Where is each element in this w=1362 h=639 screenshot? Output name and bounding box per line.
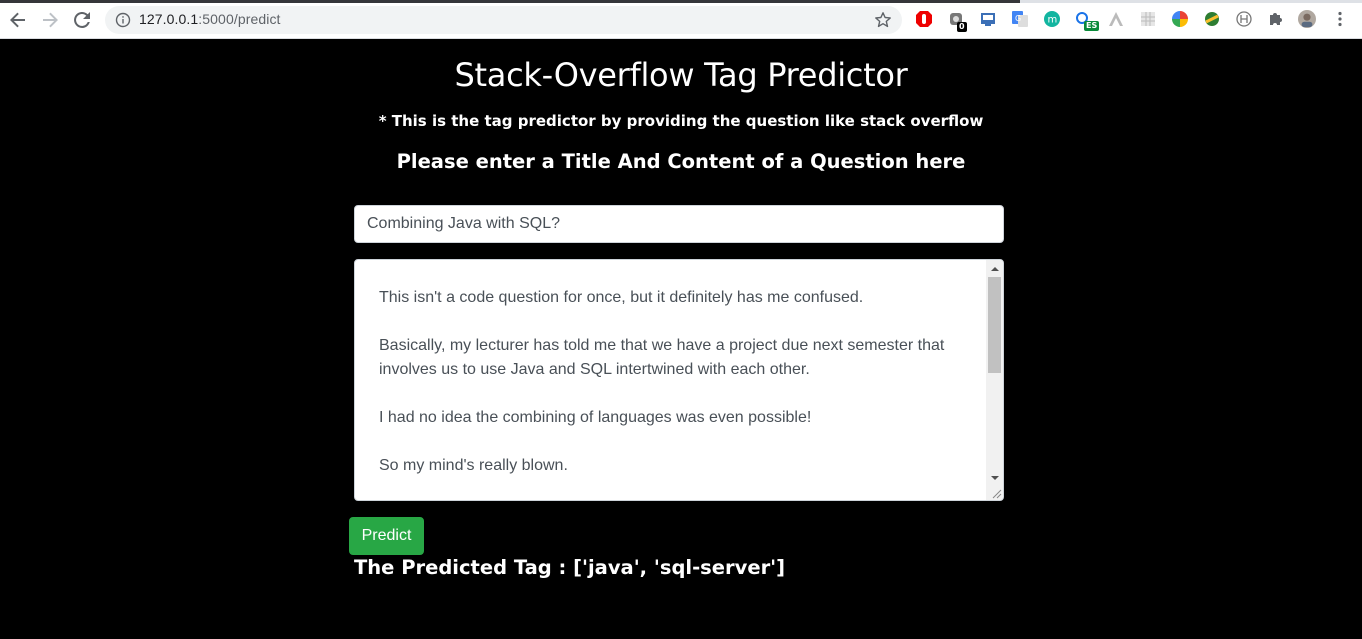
extensions-puzzle-icon[interactable] [1267,10,1285,28]
extension-3-icon[interactable] [979,10,997,28]
url-host: 127.0.0.1 [139,11,199,27]
scroll-up-arrow-icon[interactable] [986,260,1003,277]
profile-avatar[interactable] [1298,10,1316,28]
question-title-input[interactable]: Combining Java with SQL? [354,205,1004,243]
reload-button[interactable] [70,8,94,32]
back-arrow-icon [10,12,25,28]
info-icon[interactable] [115,12,131,28]
tab-strip-edge [0,0,1362,3]
url-text: 127.0.0.1:5000/predict [139,11,281,27]
extension-badge: ES [1084,21,1100,31]
predict-button[interactable]: Predict [349,517,424,555]
back-button[interactable] [6,8,30,32]
textarea-scrollbar[interactable] [986,260,1003,500]
reload-icon [74,11,90,28]
browser-toolbar: 127.0.0.1:5000/predict 0 G m ES [0,0,1362,39]
google-translate-icon[interactable]: G [1011,10,1029,28]
extension-globe-icon[interactable] [1203,10,1221,28]
bookmark-star-icon[interactable] [874,11,892,29]
chrome-menu-icon[interactable] [1331,10,1349,28]
svg-text:m: m [1048,15,1058,26]
resize-handle-icon[interactable] [990,487,1002,499]
content-paragraph: So my mind's really blown. [379,457,568,474]
forward-button[interactable] [38,8,62,32]
svg-text:G: G [1015,14,1021,23]
extension-badge: 0 [957,22,967,32]
page-title: Stack-Overflow Tag Predictor [454,56,908,94]
extension-h-icon[interactable] [1235,10,1253,28]
scroll-down-arrow-icon[interactable] [986,469,1003,486]
extension-2-icon[interactable]: 0 [947,10,967,32]
question-content-textarea[interactable]: This isn't a code question for once, but… [354,259,1004,501]
content-paragraph: Basically, my lecturer has told me that … [379,337,945,378]
extension-es-icon[interactable]: ES [1075,10,1100,31]
forward-arrow-icon [43,12,58,28]
scroll-thumb[interactable] [988,277,1001,373]
predicted-tag-result: The Predicted Tag : ['java', 'sql-server… [354,556,786,579]
extension-grid-icon[interactable] [1139,10,1157,28]
url-path: :5000/predict [198,11,281,27]
color-picker-icon[interactable] [1171,10,1189,28]
question-content-text: This isn't a code question for once, but… [379,286,969,500]
content-paragraph: This isn't a code question for once, but… [379,289,864,306]
input-prompt: Please enter a Title And Content of a Qu… [396,150,966,173]
page-subtitle: * This is the tag predictor by providing… [378,112,984,130]
content-paragraph: I had no idea the combining of languages… [379,409,812,426]
address-bar[interactable]: 127.0.0.1:5000/predict [105,6,902,34]
extension-m-icon[interactable]: m [1043,10,1061,28]
adblock-extension-icon[interactable] [915,10,933,28]
extension-a-icon[interactable] [1107,10,1125,28]
